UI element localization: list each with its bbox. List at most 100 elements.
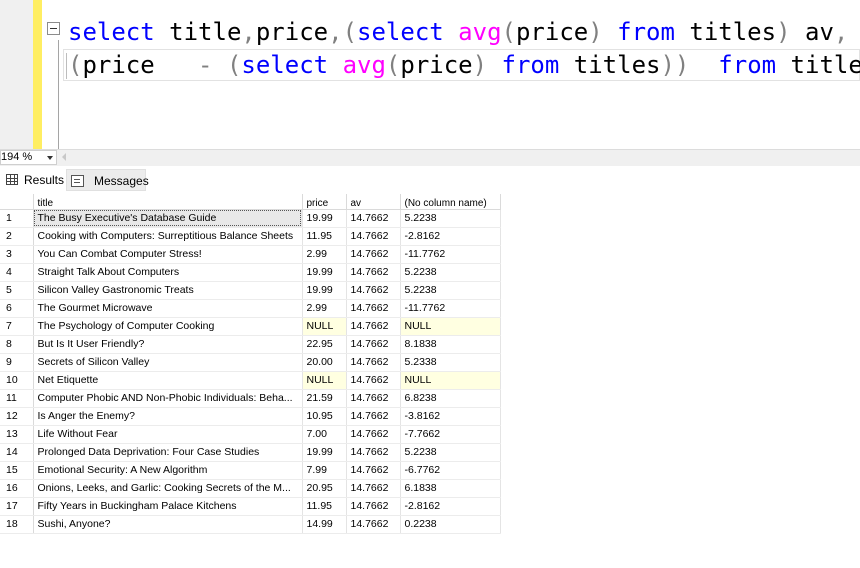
table-row[interactable]: 5 Silicon Valley Gastronomic Treats 19.99 1…	[0, 281, 501, 300]
table-row[interactable]: 9 Secrets of Silicon Valley 20.00 14.7662 5.…	[0, 353, 501, 372]
cell-av[interactable]: 14.7662	[346, 479, 401, 498]
table-row[interactable]: 1 The Busy Executive's Database Guide 19.9…	[0, 209, 501, 228]
column-header-av[interactable]: av	[346, 194, 401, 210]
collapse-icon[interactable]	[47, 22, 60, 35]
cell-title[interactable]: You Can Combat Computer Stress!	[33, 245, 303, 264]
cell-title[interactable]: Cooking with Computers: Surreptitious Ba…	[33, 227, 303, 246]
cell-title[interactable]: Fifty Years in Buckingham Palace Kitchen…	[33, 497, 303, 516]
cell-title[interactable]: The Psychology of Computer Cooking	[33, 317, 303, 336]
cell-no-column-name[interactable]: 5.2338	[400, 353, 501, 372]
table-row[interactable]: 13 Life Without Fear 7.00 14.7662 -7.7662	[0, 425, 501, 444]
cell-title[interactable]: Is Anger the Enemy?	[33, 407, 303, 426]
cell-title[interactable]: Secrets of Silicon Valley	[33, 353, 303, 372]
cell-price[interactable]: 19.99	[302, 443, 347, 462]
table-row[interactable]: 18 Sushi, Anyone? 14.99 14.7662 0.2238	[0, 515, 501, 534]
table-row[interactable]: 16 Onions, Leeks, and Garlic: Cooking Sec…	[0, 479, 501, 498]
cell-av[interactable]: 14.7662	[346, 245, 401, 264]
cell-title[interactable]: The Gourmet Microwave	[33, 299, 303, 318]
cell-title[interactable]: Life Without Fear	[33, 425, 303, 444]
table-row[interactable]: 11 Computer Phobic AND Non-Phobic Individ…	[0, 389, 501, 408]
cell-av[interactable]: 14.7662	[346, 227, 401, 246]
cell-title[interactable]: Sushi, Anyone?	[33, 515, 303, 534]
cell-no-column-name[interactable]: -2.8162	[400, 497, 501, 516]
cell-price[interactable]: 10.95	[302, 407, 347, 426]
table-row[interactable]: 14 Prolonged Data Deprivation: Four Case …	[0, 443, 501, 462]
cell-no-column-name[interactable]: 6.1838	[400, 479, 501, 498]
cell-av[interactable]: 14.7662	[346, 335, 401, 354]
cell-no-column-name[interactable]: 5.2238	[400, 443, 501, 462]
chevron-down-icon[interactable]	[47, 156, 53, 160]
cell-av[interactable]: 14.7662	[346, 317, 401, 336]
cell-av[interactable]: 14.7662	[346, 425, 401, 444]
cell-price[interactable]: 7.00	[302, 425, 347, 444]
cell-price[interactable]: 11.95	[302, 497, 347, 516]
cell-av[interactable]: 14.7662	[346, 515, 401, 534]
cell-price[interactable]: 2.99	[302, 299, 347, 318]
cell-no-column-name[interactable]: -11.7762	[400, 299, 501, 318]
cell-title[interactable]: Emotional Security: A New Algorithm	[33, 461, 303, 480]
cell-av[interactable]: 14.7662	[346, 209, 401, 228]
scroll-left-icon[interactable]	[62, 153, 66, 161]
zoom-dropdown[interactable]: 194 %	[0, 150, 57, 165]
cell-price[interactable]: 21.59	[302, 389, 347, 408]
cell-price[interactable]: 20.95	[302, 479, 347, 498]
cell-no-column-name[interactable]: -2.8162	[400, 227, 501, 246]
cell-av[interactable]: 14.7662	[346, 353, 401, 372]
cell-title[interactable]: The Busy Executive's Database Guide	[33, 209, 303, 228]
cell-av[interactable]: 14.7662	[346, 371, 401, 390]
cell-no-column-name[interactable]: 6.8238	[400, 389, 501, 408]
cell-no-column-name[interactable]: 5.2238	[400, 209, 501, 228]
table-row[interactable]: 10 Net Etiquette NULL 14.7662 NULL	[0, 371, 501, 390]
cell-price[interactable]: 11.95	[302, 227, 347, 246]
code-line-2[interactable]: (price - (select avg(price) from titles)…	[65, 51, 860, 79]
row-number-header[interactable]	[0, 194, 34, 210]
cell-av[interactable]: 14.7662	[346, 299, 401, 318]
cell-price[interactable]: NULL	[302, 371, 347, 390]
tab-results[interactable]: Results	[2, 169, 64, 191]
cell-title[interactable]: Prolonged Data Deprivation: Four Case St…	[33, 443, 303, 462]
cell-av[interactable]: 14.7662	[346, 263, 401, 282]
cell-no-column-name[interactable]: -7.7662	[400, 425, 501, 444]
cell-title[interactable]: Onions, Leeks, and Garlic: Cooking Secre…	[33, 479, 303, 498]
table-row[interactable]: 8 But Is It User Friendly? 22.95 14.7662 8.1…	[0, 335, 501, 354]
tab-messages[interactable]: Messages	[66, 169, 149, 191]
cell-price[interactable]: 19.99	[302, 263, 347, 282]
cell-title[interactable]: Net Etiquette	[33, 371, 303, 390]
table-row[interactable]: 17 Fifty Years in Buckingham Palace Kitch…	[0, 497, 501, 516]
column-header-no-column-name[interactable]: (No column name)	[400, 194, 501, 210]
sql-editor[interactable]: select title,price,(select avg(price) fr…	[0, 0, 860, 149]
cell-av[interactable]: 14.7662	[346, 497, 401, 516]
cell-no-column-name[interactable]: NULL	[400, 371, 501, 390]
table-row[interactable]: 15 Emotional Security: A New Algorithm 7.9…	[0, 461, 501, 480]
table-row[interactable]: 7 The Psychology of Computer Cooking NULL 1…	[0, 317, 501, 336]
results-grid[interactable]: title price av (No column name) 1 The Bus…	[0, 194, 501, 534]
cell-title[interactable]: But Is It User Friendly?	[33, 335, 303, 354]
cell-title[interactable]: Computer Phobic AND Non-Phobic Individua…	[33, 389, 303, 408]
cell-title[interactable]: Straight Talk About Computers	[33, 263, 303, 282]
cell-price[interactable]: 2.99	[302, 245, 347, 264]
column-header-title[interactable]: title	[33, 194, 303, 210]
cell-no-column-name[interactable]: 5.2238	[400, 281, 501, 300]
cell-no-column-name[interactable]: NULL	[400, 317, 501, 336]
table-row[interactable]: 4 Straight Talk About Computers 19.99 14.76…	[0, 263, 501, 282]
cell-price[interactable]: 20.00	[302, 353, 347, 372]
cell-price[interactable]: 14.99	[302, 515, 347, 534]
cell-no-column-name[interactable]: 0.2238	[400, 515, 501, 534]
table-row[interactable]: 3 You Can Combat Computer Stress! 2.99 14.7…	[0, 245, 501, 264]
cell-no-column-name[interactable]: -6.7762	[400, 461, 501, 480]
cell-av[interactable]: 14.7662	[346, 407, 401, 426]
cell-no-column-name[interactable]: -3.8162	[400, 407, 501, 426]
column-header-price[interactable]: price	[302, 194, 347, 210]
table-row[interactable]: 12 Is Anger the Enemy? 10.95 14.7662 -3.8162	[0, 407, 501, 426]
cell-no-column-name[interactable]: 5.2238	[400, 263, 501, 282]
cell-av[interactable]: 14.7662	[346, 281, 401, 300]
cell-title[interactable]: Silicon Valley Gastronomic Treats	[33, 281, 303, 300]
cell-price[interactable]: 19.99	[302, 209, 347, 228]
cell-av[interactable]: 14.7662	[346, 443, 401, 462]
cell-av[interactable]: 14.7662	[346, 461, 401, 480]
cell-price[interactable]: 22.95	[302, 335, 347, 354]
table-row[interactable]: 6 The Gourmet Microwave 2.99 14.7662 -11.776…	[0, 299, 501, 318]
cell-no-column-name[interactable]: 8.1838	[400, 335, 501, 354]
cell-price[interactable]: NULL	[302, 317, 347, 336]
code-line-1[interactable]: select title,price,(select avg(price) fr…	[68, 18, 848, 46]
